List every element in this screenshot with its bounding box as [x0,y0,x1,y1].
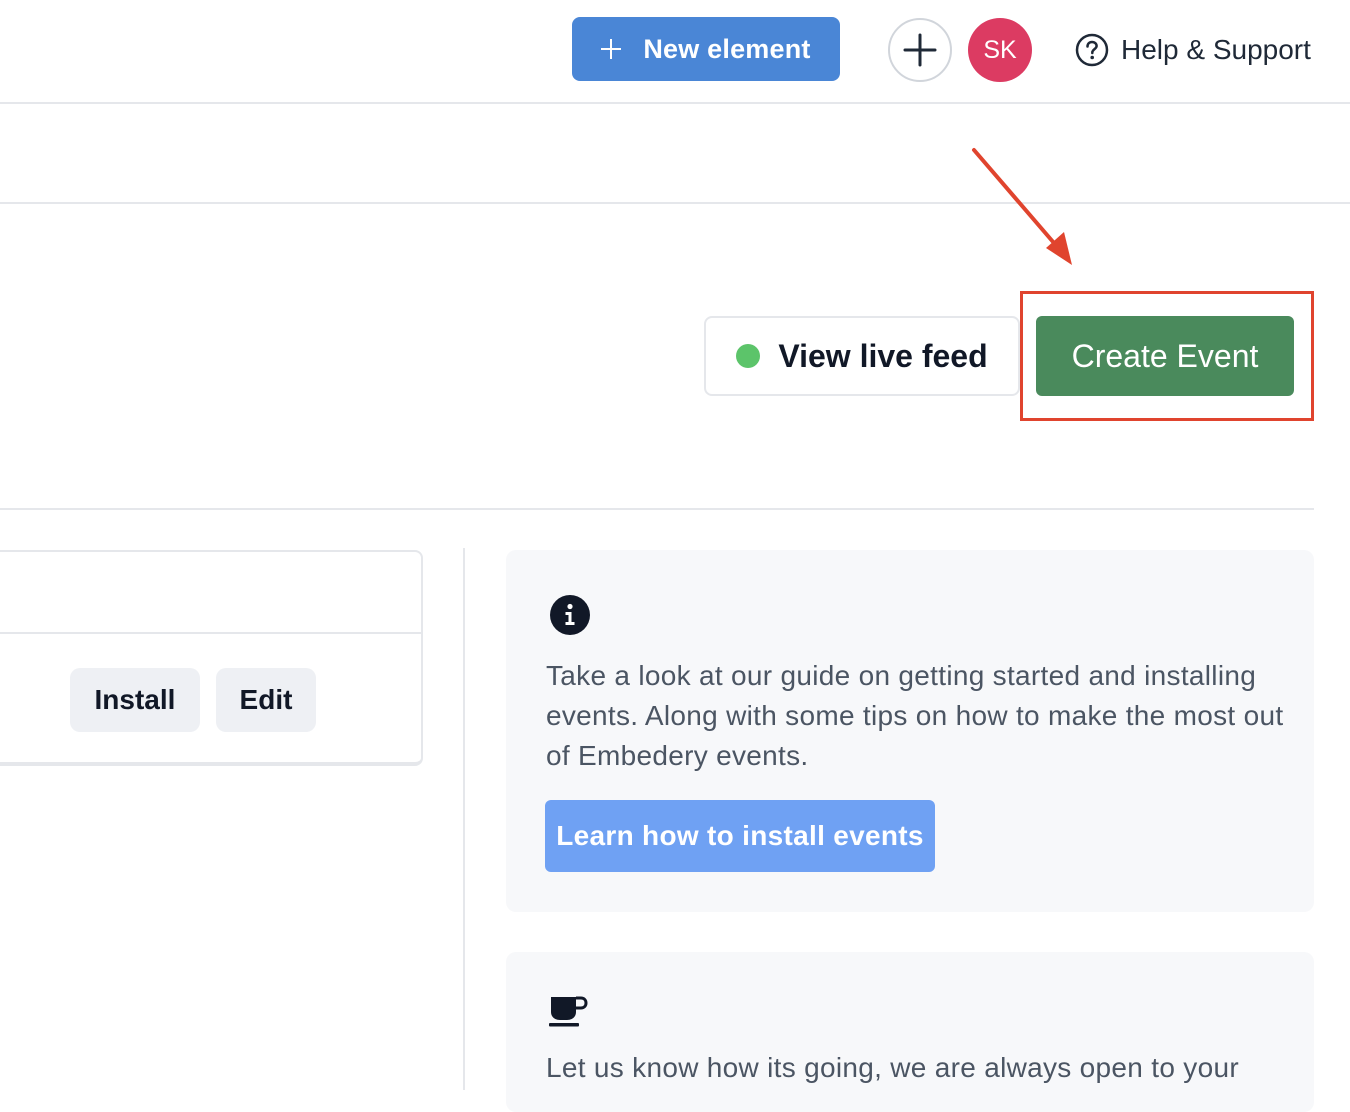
avatar-initials: SK [983,35,1017,64]
edit-label: Edit [239,684,293,715]
edit-button[interactable]: Edit [216,668,316,732]
plus-icon [601,39,622,59]
learn-install-events-label: Learn how to install events [556,820,924,851]
learn-install-events-button[interactable]: Learn how to install events [545,800,935,872]
plus-icon [903,33,937,67]
coffee-cup-icon [549,996,588,1027]
element-card: Install Edit [0,550,423,766]
column-divider [463,548,465,1090]
info-circle-icon [550,595,590,635]
annotation-arrow [972,148,1072,265]
top-header: New element SK Help & Support [0,0,1350,104]
element-card-header [0,552,421,634]
create-event-label: Create Event [1071,337,1259,374]
help-support-link[interactable]: Help & Support [1075,26,1311,74]
install-guide-text: Take a look at our guide on getting star… [546,660,1284,771]
avatar[interactable]: SK [968,18,1032,82]
feedback-panel: Let us know how its going, we are always… [506,952,1314,1112]
view-live-feed-label: View live feed [778,337,988,374]
new-element-label: New element [643,33,811,64]
feedback-text: Let us know how its going, we are always… [546,1052,1239,1083]
help-support-label: Help & Support [1121,34,1311,65]
install-label: Install [94,684,176,715]
install-button[interactable]: Install [70,668,200,732]
view-live-feed-button[interactable]: View live feed [704,316,1020,396]
new-element-button[interactable]: New element [572,17,840,81]
add-button[interactable] [888,18,952,82]
section-divider [0,508,1314,510]
install-guide-panel: Take a look at our guide on getting star… [506,550,1314,912]
create-event-button[interactable]: Create Event [1036,316,1294,396]
live-status-dot [736,344,761,368]
question-circle-icon [1075,33,1109,67]
secondary-bar [0,104,1350,204]
